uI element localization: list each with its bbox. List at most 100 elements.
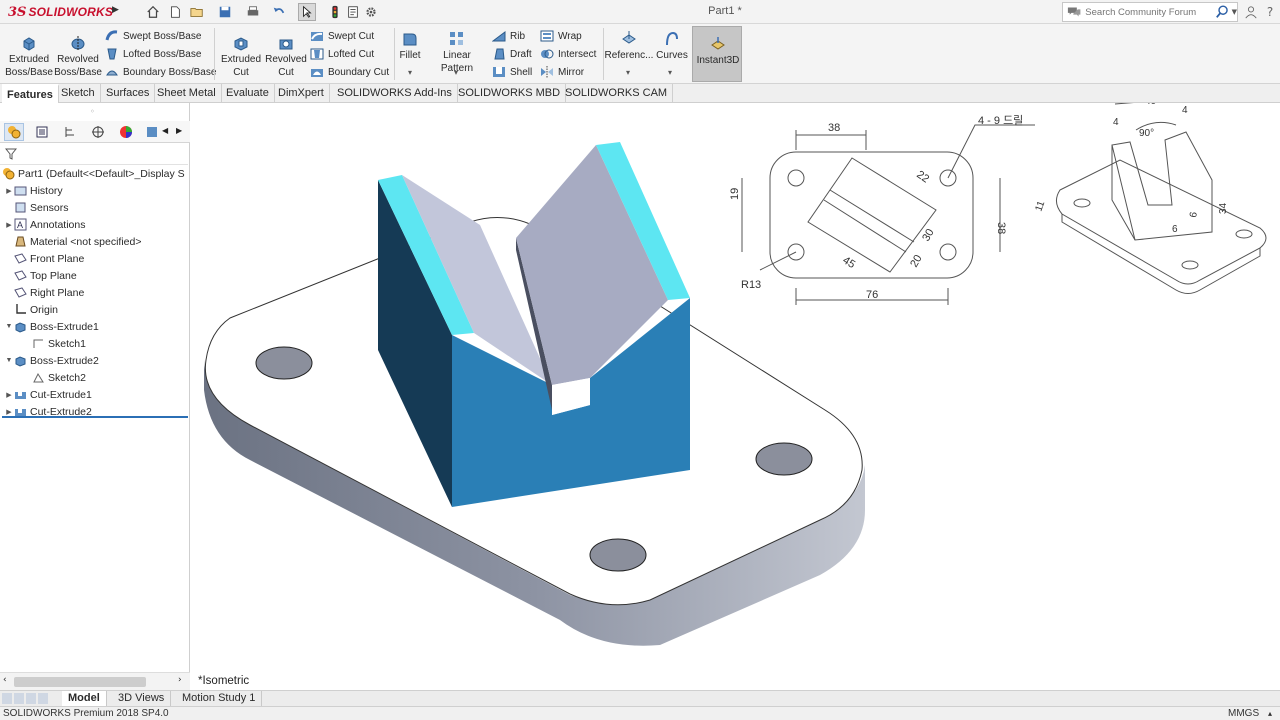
tree-item-cut-extrude1[interactable]: ▶ Cut-Extrude1 (4, 386, 92, 403)
feature-manager-tab-icon[interactable] (4, 123, 24, 141)
drawing-top-dims: 38 4 - 9 드릴 19 38 22 30 20 45 R13 76 (729, 114, 1023, 301)
extruded-boss-button[interactable]: Extruded Boss/Base (5, 34, 53, 79)
tree-item-sketch2[interactable]: Sketch2 (32, 369, 86, 386)
dim-holes: 4 - 9 드릴 (978, 114, 1023, 127)
search-box[interactable]: ▼ (1062, 2, 1238, 22)
user-icon[interactable] (1243, 4, 1259, 20)
plane-icon (14, 270, 27, 281)
units-dropdown-icon[interactable]: ▴ (1268, 707, 1272, 720)
tree-item-right-plane[interactable]: Right Plane (14, 284, 84, 301)
revolved-cut-button[interactable]: Revolved Cut (264, 34, 308, 79)
tab-scroll-buttons[interactable] (2, 693, 48, 704)
tree-item-origin[interactable]: Origin (14, 301, 58, 318)
tab-3d-views[interactable]: 3D Views (112, 691, 172, 707)
property-manager-tab-icon[interactable] (32, 123, 52, 141)
graphics-area[interactable]: 38 4 - 9 드릴 19 38 22 30 20 45 R13 76 40 … (191, 103, 1280, 690)
intersect-button[interactable]: Intersect (540, 46, 596, 62)
instant3d-button[interactable]: Instant3D (692, 26, 742, 82)
tree-item-boss-extrude2[interactable]: ▼ Boss-Extrude2 (4, 352, 99, 369)
draft-button[interactable]: Draft (492, 46, 532, 62)
lofted-boss-button[interactable]: Lofted Boss/Base (105, 46, 201, 62)
panel-tab-next-icon[interactable]: ▶ (176, 126, 182, 135)
prev-tab-icon[interactable] (14, 693, 24, 704)
draft-icon (494, 48, 505, 60)
tab-cam[interactable]: SOLIDWORKS CAM (560, 84, 674, 103)
tree-item-history[interactable]: ▶ History (4, 182, 62, 199)
svg-text:A: A (17, 220, 23, 230)
rollback-bar[interactable] (2, 416, 188, 418)
revolved-boss-icon (71, 36, 85, 50)
tab-motion-study[interactable]: Motion Study 1 (176, 691, 263, 707)
extruded-boss-icon (23, 37, 35, 51)
next-tab-icon[interactable] (26, 693, 36, 704)
units-indicator[interactable]: MMGS (1228, 707, 1259, 720)
panel-collapse-handle[interactable]: ◦ (90, 107, 95, 116)
panel-tab-prev-icon[interactable]: ◀ (162, 126, 168, 135)
model-render[interactable]: 38 4 - 9 드릴 19 38 22 30 20 45 R13 76 40 … (191, 103, 1280, 690)
feature-manager-panel: ◦ ◀ ▶ Part1 (Default<<Default>_Display S… (0, 103, 190, 690)
scroll-right-icon[interactable]: › (178, 675, 182, 685)
tree-root-part[interactable]: Part1 (Default<<Default>_Display S (2, 165, 185, 182)
shell-button[interactable]: Shell (492, 64, 532, 80)
drawing-top-view (741, 124, 1035, 305)
drawing-iso-view (1056, 103, 1267, 294)
search-icon[interactable] (1215, 4, 1229, 20)
mirror-button[interactable]: Mirror (540, 64, 584, 80)
dim-20: 20 (908, 253, 925, 270)
reference-geometry-icon (622, 31, 636, 44)
fillet-button[interactable]: Fillet (397, 30, 423, 62)
rib-button[interactable]: Rib (492, 28, 525, 44)
extruded-cut-button[interactable]: Extruded Cut (218, 34, 264, 79)
help-icon[interactable]: ? (1262, 4, 1278, 20)
configuration-manager-tab-icon[interactable] (60, 123, 80, 141)
tree-item-annotations[interactable]: ▶ A Annotations (4, 216, 85, 233)
rib-icon (492, 31, 506, 42)
bottom-tabs: Model 3D Views Motion Study 1 (0, 690, 1280, 707)
dim-30: 30 (920, 227, 937, 244)
scroll-left-icon[interactable]: ‹ (3, 675, 7, 685)
dim-iso-6b: 6 (1188, 211, 1200, 219)
annotations-icon: A (14, 218, 27, 231)
plane-icon (14, 287, 27, 298)
dim-38-top: 38 (828, 122, 840, 134)
scrollbar-thumb[interactable] (14, 677, 146, 687)
revolved-boss-button[interactable]: Revolved Boss/Base (54, 34, 102, 79)
swept-cut-button[interactable]: Swept Cut (310, 28, 374, 44)
curves-icon (666, 31, 678, 46)
last-tab-icon[interactable] (38, 693, 48, 704)
tree-item-front-plane[interactable]: Front Plane (14, 250, 84, 267)
tree-item-material[interactable]: Material <not specified> (14, 233, 141, 250)
tab-addins[interactable]: SOLIDWORKS Add-Ins (332, 84, 458, 103)
tree-item-sensors[interactable]: Sensors (14, 199, 69, 216)
tab-surfaces[interactable]: Surfaces (101, 84, 156, 103)
search-input[interactable] (1085, 6, 1214, 18)
dim-45: 45 (840, 254, 857, 271)
tab-sheet-metal[interactable]: Sheet Metal (152, 84, 222, 103)
panel-tabs: ◀ ▶ (0, 121, 190, 143)
tab-dimxpert[interactable]: DimXpert (273, 84, 330, 103)
first-tab-icon[interactable] (2, 693, 12, 704)
cam-manager-tab-icon[interactable] (142, 123, 162, 141)
search-dropdown-icon[interactable]: ▼ (1232, 8, 1237, 16)
tree-item-top-plane[interactable]: Top Plane (14, 267, 77, 284)
display-manager-tab-icon[interactable] (116, 123, 136, 141)
curves-button[interactable]: Curves (654, 30, 690, 62)
boundary-boss-button[interactable]: Boundary Boss/Base (105, 64, 216, 80)
tree-item-boss-extrude1[interactable]: ▼ Boss-Extrude1 (4, 318, 99, 335)
tab-mbd[interactable]: SOLIDWORKS MBD (453, 84, 567, 103)
dimxpert-manager-tab-icon[interactable] (88, 123, 108, 141)
tree-item-sketch1[interactable]: Sketch1 (32, 335, 86, 352)
filter-icon[interactable] (5, 148, 17, 160)
tab-sketch[interactable]: Sketch (56, 84, 101, 103)
tab-evaluate[interactable]: Evaluate (221, 84, 275, 103)
panel-horizontal-scrollbar[interactable]: ‹ › (0, 672, 190, 690)
lofted-cut-button[interactable]: Lofted Cut (310, 46, 374, 62)
boundary-cut-button[interactable]: Boundary Cut (310, 64, 389, 80)
tree-filter[interactable] (0, 143, 188, 165)
shell-icon (493, 67, 505, 77)
wrap-button[interactable]: Wrap (540, 28, 582, 44)
tab-features[interactable]: Features (2, 84, 59, 103)
reference-geometry-button[interactable]: Referenc... (605, 30, 653, 62)
tab-model[interactable]: Model (62, 691, 107, 707)
swept-boss-button[interactable]: Swept Boss/Base (105, 28, 201, 44)
